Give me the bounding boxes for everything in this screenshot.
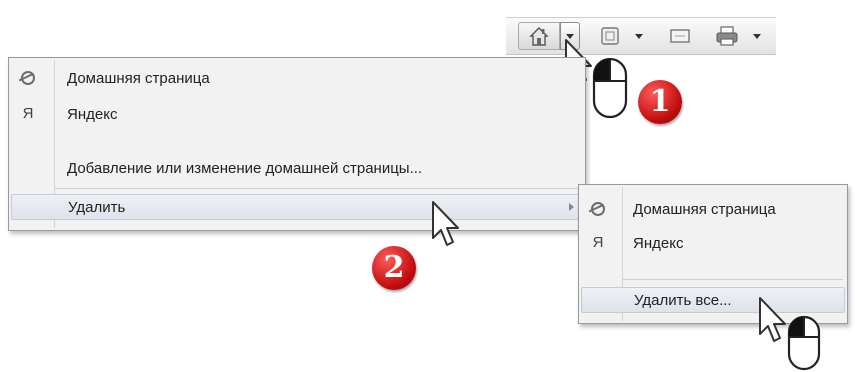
menu-separator — [55, 188, 581, 189]
yandex-icon: Я — [22, 105, 34, 122]
menu-separator — [623, 279, 843, 280]
mouse-pointer-icon — [432, 201, 459, 246]
feeds-icon — [601, 27, 619, 45]
chevron-down-icon — [635, 34, 643, 39]
remove-submenu: Домашняя страница Я Яндекс Удалить все..… — [578, 184, 848, 324]
menu-item-label: Домашняя страница — [633, 201, 776, 218]
menu-item-label: Яндекс — [633, 235, 684, 252]
step-2-callout: 2 — [372, 246, 416, 290]
print-button[interactable] — [712, 25, 742, 47]
submenu-item-yandex[interactable]: Я Яндекс — [581, 231, 845, 257]
submenu-item-home-page[interactable]: Домашняя страница — [581, 197, 845, 223]
chevron-right-icon — [569, 203, 574, 211]
mail-icon — [670, 29, 690, 43]
menu-item-remove[interactable]: Удалить — [11, 194, 583, 220]
menu-item-label: Домашняя страница — [67, 70, 210, 87]
print-icon — [716, 26, 738, 46]
step-1-callout: 1 — [638, 80, 682, 124]
menu-item-label: Удалить все... — [634, 292, 732, 309]
menu-item-yandex[interactable]: Я Яндекс — [11, 102, 583, 128]
home-button[interactable] — [518, 22, 560, 50]
home-page-menu: Домашняя страница Я Яндекс Добавление ил… — [8, 57, 586, 231]
mouse-click-left-icon — [787, 315, 821, 371]
ie-icon — [589, 200, 607, 218]
mouse-click-left-icon — [592, 57, 628, 119]
read-mail-button[interactable] — [666, 25, 694, 47]
feeds-dropdown-button[interactable] — [632, 25, 646, 47]
chevron-down-icon — [753, 34, 761, 39]
ie-icon — [19, 69, 37, 87]
yandex-icon: Я — [592, 234, 604, 251]
menu-item-home-page[interactable]: Домашняя страница — [11, 66, 583, 92]
menu-item-label: Яндекс — [67, 106, 118, 123]
home-icon — [529, 27, 549, 46]
menu-item-add-change-home-page[interactable]: Добавление или изменение домашней страни… — [11, 156, 583, 182]
command-bar — [506, 17, 776, 55]
menu-item-label: Удалить — [68, 199, 126, 216]
feeds-button[interactable] — [596, 25, 624, 47]
submenu-item-remove-all[interactable]: Удалить все... — [581, 287, 845, 313]
menu-item-label: Добавление или изменение домашней страни… — [67, 160, 423, 177]
print-dropdown-button[interactable] — [750, 25, 764, 47]
